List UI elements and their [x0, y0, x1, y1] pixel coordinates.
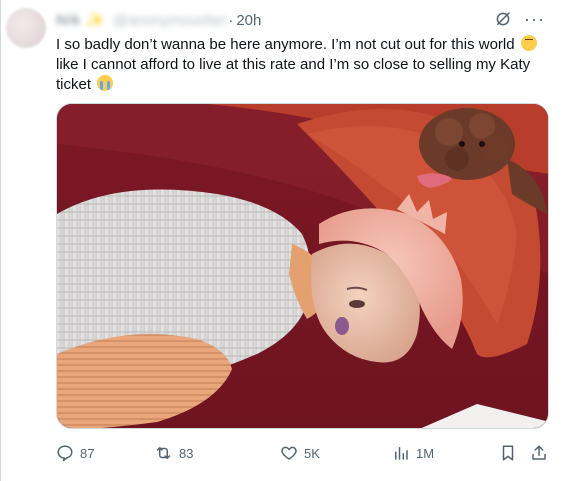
tweet-top-actions: ···	[494, 10, 545, 28]
share-button[interactable]	[530, 444, 548, 462]
tweet-text-line-1: I so badly don’t wanna be here anymore. …	[56, 36, 515, 53]
more-dots-icon[interactable]: ···	[524, 10, 545, 28]
frowning-face-emoji-icon	[520, 35, 537, 51]
reply-count: 87	[80, 445, 95, 461]
reply-button[interactable]: 87	[56, 444, 94, 462]
tweet-text: I so badly don’t wanna be here anymore. …	[56, 35, 556, 95]
tweet-header: Nik ✨ @anonymousfan · 20h	[56, 9, 261, 31]
tweet-text-line-2: like I cannot afford to live at this rat…	[56, 56, 531, 93]
display-name[interactable]: Nik ✨	[56, 11, 105, 29]
loudly-crying-face-emoji-icon	[97, 75, 114, 91]
like-count: 5K	[304, 445, 320, 461]
view-count: 1M	[416, 445, 435, 461]
tweet-media-photo[interactable]	[56, 103, 549, 429]
heart-icon	[280, 444, 298, 462]
separator-dot: ·	[228, 11, 234, 29]
repost-button[interactable]: 83	[154, 444, 193, 462]
tweet-action-bar: 87 83 5K 1M	[56, 444, 549, 464]
avatar[interactable]	[6, 8, 46, 48]
views-button[interactable]: 1M	[392, 444, 434, 462]
repost-count: 83	[179, 445, 194, 461]
speech-bubble-icon	[56, 444, 74, 462]
like-button[interactable]: 5K	[280, 444, 320, 462]
timestamp[interactable]: 20h	[236, 12, 261, 29]
repost-arrows-icon	[154, 444, 173, 462]
tweet-card[interactable]: Nik ✨ @anonymousfan · 20h ··· I so badly…	[0, 0, 563, 481]
bookmark-icon	[499, 444, 517, 462]
bar-chart-icon	[392, 444, 410, 462]
share-upload-icon	[530, 444, 548, 462]
grok-icon[interactable]	[494, 10, 512, 28]
thread-divider	[0, 0, 1, 481]
user-handle[interactable]: @anonymousfan	[113, 12, 227, 29]
bookmark-button[interactable]	[499, 444, 517, 462]
